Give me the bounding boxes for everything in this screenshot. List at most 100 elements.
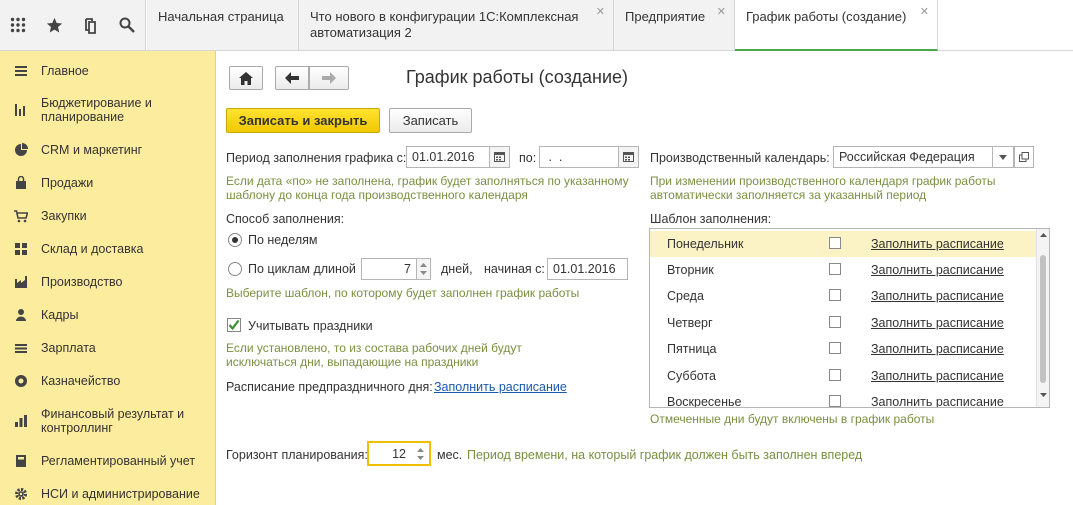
sidebar-item-production[interactable]: Производство [0, 274, 216, 290]
horizon-stepper[interactable] [411, 441, 431, 466]
fill-schedule-link[interactable]: Заполнить расписание [871, 316, 1004, 330]
fill-schedule-link[interactable]: Заполнить расписание [871, 369, 1004, 383]
sidebar-item-label: Производство [41, 275, 123, 289]
close-icon[interactable]: ✕ [717, 4, 726, 20]
weekday-name: Понедельник [667, 237, 744, 251]
apps-grid-icon[interactable] [7, 14, 29, 36]
cycle-length-stepper[interactable] [416, 258, 431, 280]
starting-date-field[interactable]: 01.01.2016 [547, 258, 628, 280]
calendar-icon [494, 152, 505, 162]
period-to-field[interactable]: . . [539, 146, 619, 168]
period-to-label: по: [519, 151, 537, 165]
save-and-close-button[interactable]: Записать и закрыть [226, 108, 380, 133]
weekday-checkbox[interactable] [829, 316, 841, 328]
history-icon[interactable] [80, 14, 102, 36]
scrollbar-thumb[interactable] [1040, 255, 1046, 383]
factory-icon [15, 276, 27, 288]
sidebar-item-budgeting[interactable]: Бюджетирование и планирование [0, 95, 216, 125]
by-weeks-radio[interactable] [228, 233, 242, 247]
tab-label: Начальная страница [158, 9, 284, 24]
calculator-icon [16, 455, 26, 467]
holidays-hint: Если установлено, то из состава рабочих … [226, 341, 522, 369]
calendar-button[interactable] [489, 146, 510, 168]
scroll-down-icon[interactable] [1040, 393, 1047, 397]
by-weeks-label: По неделям [248, 233, 318, 247]
by-cycles-label: По циклам длиной [248, 262, 356, 276]
sidebar-item-hr[interactable]: Кадры [0, 307, 216, 323]
save-button[interactable]: Записать [389, 108, 472, 133]
sidebar-item-purchases[interactable]: Закупки [0, 208, 216, 224]
arrow-left-icon [285, 72, 299, 84]
home-button[interactable] [229, 66, 263, 90]
fill-schedule-link[interactable]: Заполнить расписание [871, 395, 1004, 407]
fill-schedule-link[interactable]: Заполнить расписание [871, 263, 1004, 277]
back-button[interactable] [275, 66, 309, 90]
weekday-checkbox[interactable] [829, 395, 841, 407]
table-scrollbar[interactable] [1036, 229, 1049, 407]
weekday-checkbox[interactable] [829, 237, 841, 249]
search-icon[interactable] [116, 14, 138, 36]
sidebar-item-label: Казначейство [41, 374, 121, 388]
template-table[interactable]: Понедельник Заполнить расписание Вторник… [649, 228, 1050, 408]
table-row[interactable]: Суббота Заполнить расписание [650, 363, 1037, 389]
holidays-label: Учитывать праздники [248, 319, 373, 333]
sidebar-item-salary[interactable]: Зарплата [0, 340, 216, 356]
preholiday-fill-link[interactable]: Заполнить расписание [434, 380, 567, 394]
weekday-checkbox[interactable] [829, 369, 841, 381]
sidebar-item-label: Регламентированный учет [41, 454, 196, 468]
horizon-label: Горизонт планирования: [226, 448, 368, 462]
close-icon[interactable]: ✕ [596, 4, 605, 20]
menu-icon [15, 66, 27, 76]
bar-chart-icon [15, 415, 27, 427]
close-icon[interactable]: ✕ [920, 4, 929, 20]
arrow-right-icon [322, 72, 336, 84]
sidebar-item-label: Закупки [41, 209, 87, 223]
top-bar: Начальная страница Что нового в конфигур… [0, 0, 1073, 51]
weekday-checkbox[interactable] [829, 342, 841, 354]
sidebar-item-label: Кадры [41, 308, 79, 322]
table-row[interactable]: Воскресенье Заполнить расписание [650, 389, 1037, 407]
cycle-length-field[interactable]: 7 [361, 258, 417, 280]
forward-button[interactable] [309, 66, 349, 90]
sidebar-item-warehouse[interactable]: Склад и доставка [0, 241, 216, 257]
tab-whats-new[interactable]: Что нового в конфигурации 1С:Комплексная… [299, 0, 614, 50]
weekday-checkbox[interactable] [829, 289, 841, 301]
fill-schedule-link[interactable]: Заполнить расписание [871, 342, 1004, 356]
calendar-dropdown-button[interactable] [992, 146, 1014, 168]
weekday-checkbox[interactable] [829, 263, 841, 275]
table-row[interactable]: Понедельник Заполнить расписание [650, 231, 1037, 257]
sidebar-item-regulated-accounting[interactable]: Регламентированный учет [0, 453, 216, 469]
star-icon[interactable] [43, 14, 65, 36]
by-cycles-radio[interactable] [228, 262, 242, 276]
tab-home[interactable]: Начальная страница [147, 0, 299, 50]
tab-work-schedule[interactable]: График работы (создание) ✕ [735, 0, 938, 51]
table-row[interactable]: Вторник Заполнить расписание [650, 257, 1037, 283]
open-calendar-button[interactable] [1014, 146, 1034, 168]
sidebar-item-admin[interactable]: НСИ и администрирование [0, 486, 216, 502]
production-calendar-field[interactable]: Российская Федерация [833, 146, 993, 168]
horizon-field[interactable]: 12 [367, 441, 413, 466]
sidebar-item-label: Финансовый результат и контроллинг [41, 407, 185, 435]
sidebar-item-sales[interactable]: Продажи [0, 175, 216, 191]
coin-icon [15, 375, 27, 387]
scroll-up-icon[interactable] [1040, 233, 1047, 237]
fill-schedule-link[interactable]: Заполнить расписание [871, 237, 1004, 251]
calendar-hint: При изменении производственного календар… [650, 174, 996, 202]
table-row[interactable]: Четверг Заполнить расписание [650, 310, 1037, 336]
sidebar-item-label: Склад и доставка [41, 242, 144, 256]
bag-icon [16, 176, 26, 189]
holidays-checkbox[interactable] [227, 318, 241, 332]
sidebar-item-crm[interactable]: CRM и маркетинг [0, 142, 216, 158]
sidebar-item-treasury[interactable]: Казначейство [0, 373, 216, 389]
sidebar-item-financial-result[interactable]: Финансовый результат и контроллинг [0, 406, 216, 436]
tab-enterprise[interactable]: Предприятие ✕ [614, 0, 735, 50]
period-from-field[interactable]: 01.01.2016 [406, 146, 490, 168]
fill-schedule-link[interactable]: Заполнить расписание [871, 289, 1004, 303]
table-row[interactable]: Среда Заполнить расписание [650, 283, 1037, 309]
sidebar: Главное Бюджетирование и планирование CR… [0, 51, 216, 505]
preholiday-label: Расписание предпраздничного дня: [226, 380, 433, 394]
template-label: Шаблон заполнения: [650, 212, 772, 226]
calendar-button[interactable] [618, 146, 639, 168]
table-row[interactable]: Пятница Заполнить расписание [650, 336, 1037, 362]
sidebar-item-main[interactable]: Главное [0, 63, 216, 79]
